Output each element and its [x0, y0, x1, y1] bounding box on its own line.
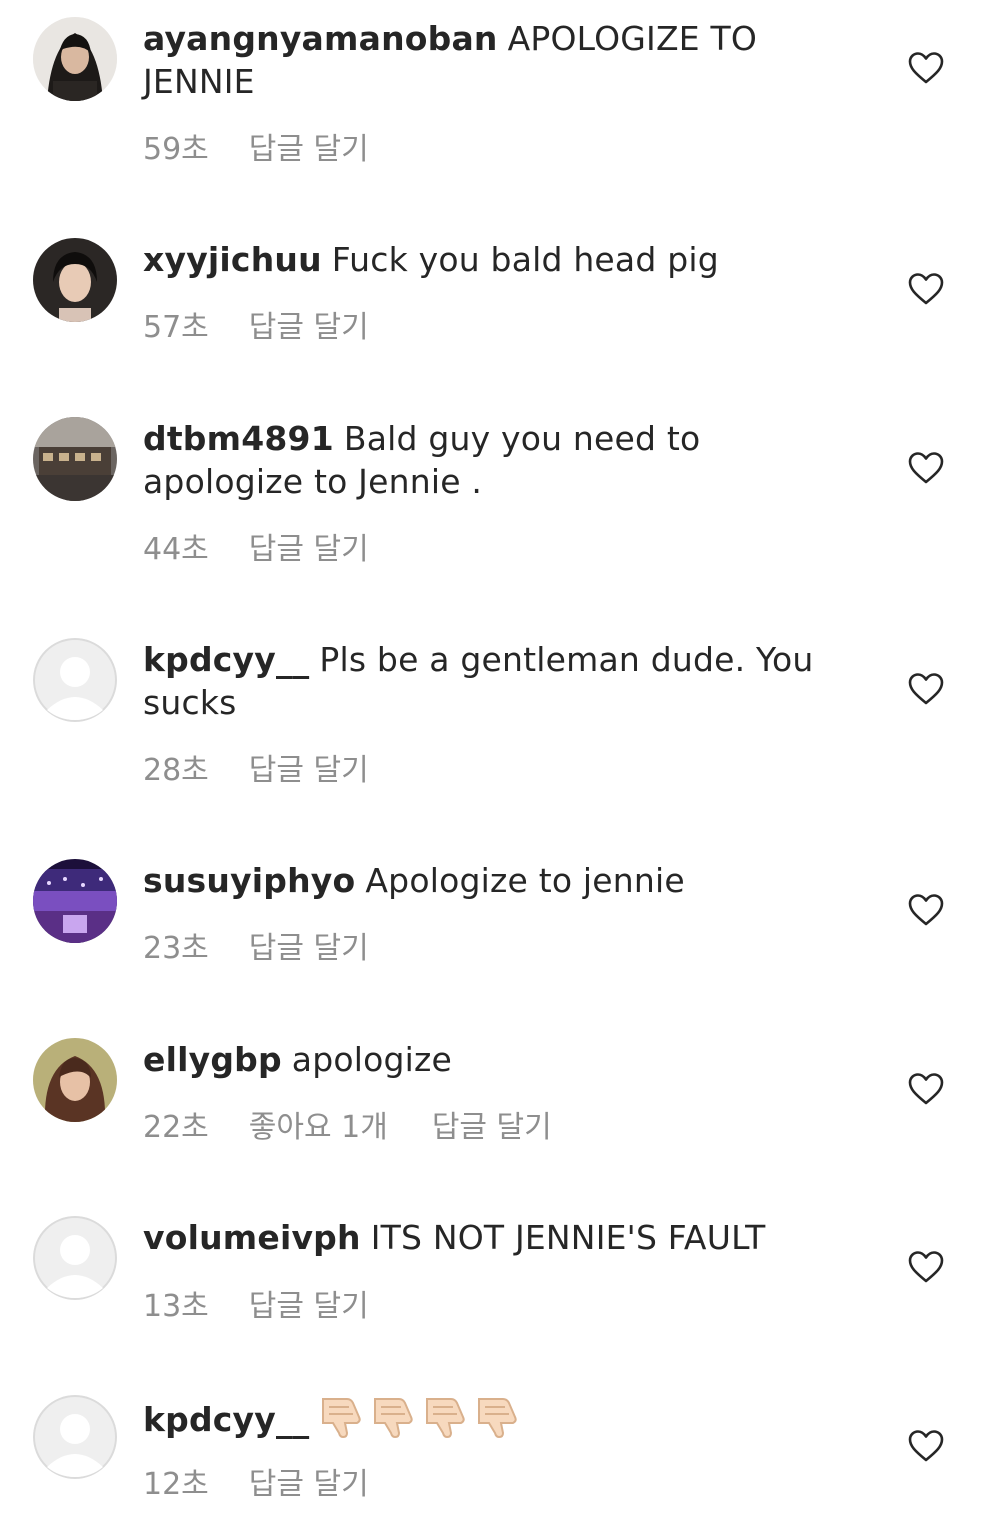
- comment-text: kpdcyy__: [143, 1395, 863, 1449]
- avatar[interactable]: [33, 238, 117, 322]
- timestamp: 13초: [143, 1289, 209, 1324]
- comment-meta: 59초 답글 달기: [143, 124, 369, 168]
- comment-meta: 28초 답글 달기: [143, 745, 369, 789]
- comment-body: Fuck you bald head pig: [331, 240, 719, 279]
- timestamp: 12초: [143, 1467, 209, 1502]
- avatar[interactable]: [33, 638, 117, 722]
- comment-meta: 57초 답글 달기: [143, 302, 369, 346]
- timestamp: 22초: [143, 1110, 209, 1145]
- timestamp: 44초: [143, 532, 209, 567]
- timestamp: 23초: [143, 931, 209, 966]
- comment-text: volumeivph ITS NOT JENNIE'S FAULT: [143, 1216, 863, 1259]
- username-link[interactable]: ayangnyamanoban: [143, 19, 498, 58]
- comment-body: ITS NOT JENNIE'S FAULT: [370, 1218, 766, 1257]
- comment-meta: 22초 좋아요 1개 답글 달기: [143, 1102, 552, 1146]
- photo-woman-icon: [33, 1038, 117, 1122]
- timestamp: 57초: [143, 310, 209, 345]
- comment-text: kpdcyy__ Pls be a gentleman dude. You suc…: [143, 638, 863, 724]
- reply-button[interactable]: 답글 달기: [249, 923, 369, 967]
- comment-body: apologize: [291, 1040, 453, 1079]
- heart-icon[interactable]: [907, 451, 945, 485]
- default-avatar-icon: [33, 1395, 117, 1479]
- username-link[interactable]: kpdcyy__: [143, 640, 309, 679]
- reply-button[interactable]: 답글 달기: [249, 1459, 369, 1503]
- reply-button[interactable]: 답글 달기: [432, 1102, 552, 1146]
- comment-text: susuyiphyo Apologize to jennie: [143, 859, 863, 902]
- heart-icon[interactable]: [907, 1072, 945, 1106]
- heart-icon[interactable]: [907, 893, 945, 927]
- avatar[interactable]: [33, 1038, 117, 1122]
- timestamp: 28초: [143, 753, 209, 788]
- emoji-group: [319, 1395, 527, 1449]
- avatar[interactable]: [33, 17, 117, 101]
- username-link[interactable]: volumeivph: [143, 1218, 361, 1257]
- comment-text: dtbm4891 Bald guy you need to apologize t…: [143, 417, 743, 503]
- avatar[interactable]: [33, 417, 117, 501]
- photo-cafe-icon: [33, 417, 117, 501]
- comment-body: Apologize to jennie: [365, 861, 685, 900]
- default-avatar-icon: [33, 638, 117, 722]
- timestamp: 59초: [143, 132, 209, 167]
- heart-icon[interactable]: [907, 51, 945, 85]
- avatar[interactable]: [33, 859, 117, 943]
- heart-icon[interactable]: [907, 1250, 945, 1284]
- comment-meta: 12초 답글 달기: [143, 1459, 369, 1503]
- heart-icon[interactable]: [907, 272, 945, 306]
- username-link[interactable]: susuyiphyo: [143, 861, 355, 900]
- likes-count[interactable]: 좋아요 1개: [249, 1102, 388, 1146]
- reply-button[interactable]: 답글 달기: [249, 524, 369, 568]
- thumbs-down-icon: [426, 1398, 466, 1439]
- photo-concert-icon: [33, 859, 117, 943]
- comment-text: xyyjichuu Fuck you bald head pig: [143, 238, 863, 281]
- username-link[interactable]: kpdcyy__: [143, 1400, 309, 1439]
- thumbs-down-icon: [374, 1398, 414, 1439]
- photo-portrait-icon: [33, 238, 117, 322]
- thumbs-down-icon: [322, 1398, 362, 1439]
- reply-button[interactable]: 답글 달기: [249, 124, 369, 168]
- heart-icon[interactable]: [907, 1429, 945, 1463]
- username-link[interactable]: xyyjichuu: [143, 240, 322, 279]
- default-avatar-icon: [33, 1216, 117, 1300]
- username-link[interactable]: dtbm4891: [143, 419, 334, 458]
- comment-meta: 23초 답글 달기: [143, 923, 369, 967]
- reply-button[interactable]: 답글 달기: [249, 302, 369, 346]
- comment-meta: 44초 답글 달기: [143, 524, 369, 568]
- reply-button[interactable]: 답글 달기: [249, 745, 369, 789]
- comment-text: ayangnyamanoban APOLOGIZE TO JENNIE: [143, 17, 863, 103]
- photo-dark-hair-icon: [33, 17, 117, 101]
- comment-meta: 13초 답글 달기: [143, 1281, 369, 1325]
- comment-text: ellygbp apologize: [143, 1038, 863, 1081]
- avatar[interactable]: [33, 1395, 117, 1479]
- avatar[interactable]: [33, 1216, 117, 1300]
- username-link[interactable]: ellygbp: [143, 1040, 282, 1079]
- heart-icon[interactable]: [907, 672, 945, 706]
- reply-button[interactable]: 답글 달기: [249, 1281, 369, 1325]
- thumbs-down-icon: [478, 1398, 518, 1439]
